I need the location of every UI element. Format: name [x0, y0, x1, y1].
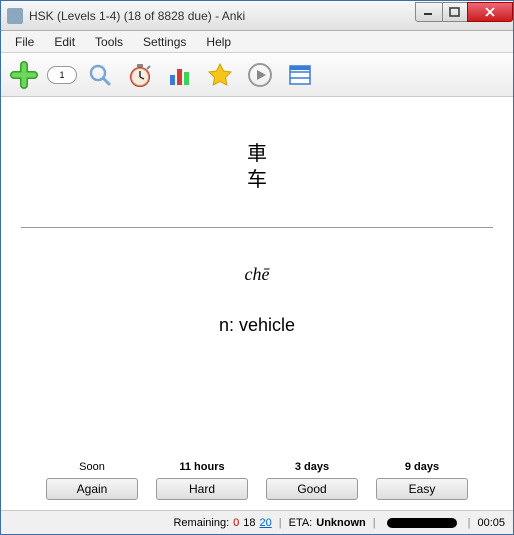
answer-buttons: Soon Again 11 hours Hard 3 days Good 9 d…: [1, 455, 513, 510]
answer-again-col: Soon Again: [44, 461, 140, 500]
good-button[interactable]: Good: [266, 478, 358, 500]
easy-button[interactable]: Easy: [376, 478, 468, 500]
separator: |: [468, 517, 471, 529]
again-button[interactable]: Again: [46, 478, 138, 500]
separator: |: [373, 517, 376, 529]
toolbar: 1: [1, 53, 513, 97]
hanzi-simplified: 车: [247, 167, 267, 193]
card-pinyin: chē: [245, 264, 270, 285]
card-content: 車 车 chē n: vehicle Soon Again 11 hours H…: [1, 97, 513, 510]
statusbar: Remaining: 0 18 20 | ETA: Unknown | | 00…: [1, 510, 513, 534]
progress-bar: [387, 518, 457, 528]
minimize-button[interactable]: [415, 2, 443, 22]
close-button[interactable]: [467, 2, 513, 22]
layout-button[interactable]: [283, 58, 317, 92]
hanzi-traditional: 車: [247, 141, 267, 167]
remaining-label: Remaining:: [173, 517, 229, 529]
interval-hard: 11 hours: [179, 461, 224, 475]
card-divider: [21, 227, 492, 228]
browse-button[interactable]: [83, 58, 117, 92]
due-counter[interactable]: 1: [47, 66, 77, 84]
menubar: File Edit Tools Settings Help: [1, 31, 513, 53]
answer-easy-col: 9 days Easy: [374, 461, 470, 500]
menu-edit[interactable]: Edit: [44, 33, 85, 51]
maximize-button[interactable]: [442, 2, 468, 22]
interval-easy: 9 days: [405, 461, 439, 475]
stats-button[interactable]: [163, 58, 197, 92]
app-window: HSK (Levels 1-4) (18 of 8828 due) - Anki…: [0, 0, 514, 535]
app-icon: [7, 8, 23, 24]
add-button[interactable]: [7, 58, 41, 92]
interval-good: 3 days: [295, 461, 329, 475]
menu-file[interactable]: File: [5, 33, 44, 51]
timer-value: 00:05: [477, 517, 505, 529]
remaining-review[interactable]: 20: [260, 517, 272, 529]
eta-label: ETA:: [289, 517, 313, 529]
answer-hard-col: 11 hours Hard: [154, 461, 250, 500]
card-area: 車 车 chē n: vehicle: [1, 107, 513, 455]
eta-value: Unknown: [316, 517, 366, 529]
window-controls: [416, 2, 513, 22]
card-front: 車 车: [247, 141, 267, 193]
answer-good-col: 3 days Good: [264, 461, 360, 500]
menu-help[interactable]: Help: [196, 33, 241, 51]
menu-settings[interactable]: Settings: [133, 33, 196, 51]
card-meaning: n: vehicle: [219, 315, 295, 336]
separator: |: [279, 517, 282, 529]
interval-again: Soon: [79, 461, 105, 475]
hard-button[interactable]: Hard: [156, 478, 248, 500]
timer-button[interactable]: [123, 58, 157, 92]
remaining-new: 0: [233, 517, 239, 529]
marked-button[interactable]: [203, 58, 237, 92]
remaining-learn: 18: [243, 517, 255, 529]
titlebar[interactable]: HSK (Levels 1-4) (18 of 8828 due) - Anki: [1, 1, 513, 31]
replay-audio-button[interactable]: [243, 58, 277, 92]
window-title: HSK (Levels 1-4) (18 of 8828 due) - Anki: [29, 9, 416, 23]
menu-tools[interactable]: Tools: [85, 33, 133, 51]
